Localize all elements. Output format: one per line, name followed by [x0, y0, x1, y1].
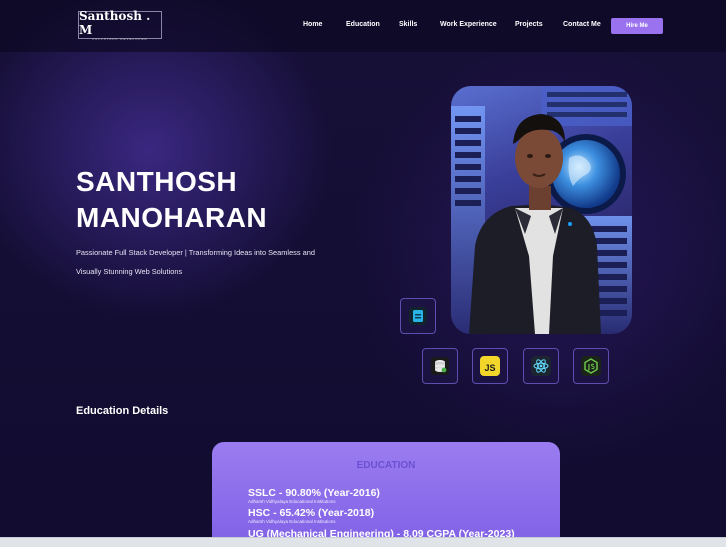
- skill-tile-html[interactable]: [400, 298, 436, 334]
- hero-name: SANTHOSH MANOHARAN: [76, 164, 267, 236]
- education-card: EDUCATION SSLC - 90.80% (Year-2016) Adha…: [212, 442, 560, 547]
- education-entry-sslc: SSLC - 90.80% (Year-2016) Adharsh Vidhya…: [248, 487, 380, 505]
- nodejs-icon: [581, 356, 601, 376]
- education-entry-title: SSLC - 90.80% (Year-2016): [248, 487, 380, 499]
- javascript-icon-label: JS: [484, 363, 495, 373]
- education-entry-hsc: HSC - 65.42% (Year-2018) Adharsh Vidhyal…: [248, 507, 374, 525]
- education-entry-institution: Adharsh Vidhyalaya Educational Instituti…: [248, 499, 336, 504]
- portrait-illustration: [451, 86, 632, 334]
- html-icon: [409, 307, 427, 325]
- nav-projects[interactable]: Projects: [515, 21, 543, 28]
- nav-work-experience[interactable]: Work Experience: [440, 21, 497, 28]
- education-section-title: Education Details: [76, 405, 169, 417]
- profile-portrait: [451, 86, 632, 334]
- nav-education[interactable]: Education: [346, 21, 380, 28]
- hero-name-line1: SANTHOSH: [76, 166, 238, 197]
- nav-home[interactable]: Home: [303, 21, 322, 28]
- education-entry-title: HSC - 65.42% (Year-2018): [248, 507, 375, 519]
- horizontal-scrollbar[interactable]: [0, 537, 726, 547]
- skill-tile-nodejs[interactable]: [573, 348, 609, 384]
- brand-logo[interactable]: Santhosh . M FULLSTACK DEVELOPER: [78, 8, 162, 41]
- nav-contact-me[interactable]: Contact Me: [563, 21, 601, 28]
- education-entry-institution: Adharsh Vidhyalaya Educational Instituti…: [248, 519, 336, 524]
- brand-name: Santhosh . M: [79, 8, 151, 37]
- nav-skills[interactable]: Skills: [399, 21, 417, 28]
- skill-tile-react[interactable]: [523, 348, 559, 384]
- brand-tagline: FULLSTACK DEVELOPER: [92, 36, 148, 41]
- hero-subtitle: Passionate Full Stack Developer | Transf…: [76, 248, 315, 276]
- hire-me-button[interactable]: Hire Me: [611, 18, 663, 34]
- javascript-icon: JS: [480, 356, 500, 376]
- navbar: Santhosh . M FULLSTACK DEVELOPER Home Ed…: [0, 0, 726, 52]
- react-icon: [531, 356, 551, 376]
- education-card-heading: EDUCATION: [356, 460, 416, 471]
- hero-name-line2: MANOHARAN: [76, 202, 268, 233]
- skill-tile-javascript[interactable]: JS: [472, 348, 508, 384]
- database-icon: [431, 357, 449, 375]
- skill-tile-database[interactable]: [422, 348, 458, 384]
